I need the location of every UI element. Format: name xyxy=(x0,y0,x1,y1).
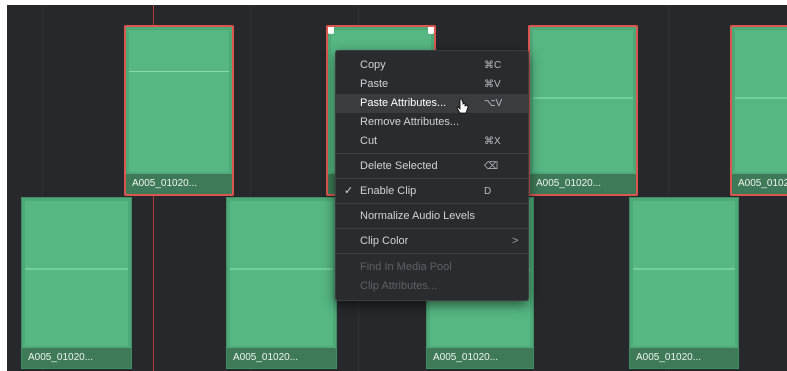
clip-thumbnail xyxy=(230,201,333,346)
menu-item-label: Enable Clip xyxy=(360,185,417,197)
menu-item-label: Cut xyxy=(360,135,378,147)
menu-item-paste-attributes[interactable]: Paste Attributes... ⌥V xyxy=(336,94,528,113)
clip-waveform xyxy=(129,71,229,72)
menu-item-label: Normalize Audio Levels xyxy=(360,210,475,222)
clip-thumbnail xyxy=(533,30,633,172)
menu-item-cut[interactable]: Cut ⌘X xyxy=(336,132,528,151)
trim-handle-left[interactable] xyxy=(328,27,334,34)
timeline-clip[interactable]: A005_01020... xyxy=(21,197,132,369)
menu-separator xyxy=(336,178,528,179)
menu-item-label: Paste xyxy=(360,78,389,90)
menu-item-find-in-media-pool: Find In Media Pool xyxy=(336,258,528,277)
timeline-clip[interactable]: A005_0102 xyxy=(730,25,787,196)
menu-item-label: Delete Selected xyxy=(360,160,438,172)
clip-name: A005_01020... xyxy=(126,174,232,194)
menu-item-label: Remove Attributes... xyxy=(360,116,460,128)
clip-name: A005_01020... xyxy=(630,348,738,368)
chevron-right-icon: > xyxy=(512,235,519,247)
menu-item-label: Paste Attributes... xyxy=(360,97,447,109)
menu-item-label: Copy xyxy=(360,59,386,71)
clip-waveform xyxy=(533,97,633,99)
clip-waveform xyxy=(735,97,787,99)
clip-thumbnail xyxy=(633,201,735,346)
menu-item-shortcut: ⌥V xyxy=(484,98,503,109)
clip-name: A005_01020... xyxy=(530,174,636,194)
menu-separator xyxy=(336,203,528,204)
menu-separator xyxy=(336,253,528,254)
timeline-clip[interactable]: A005_01020... xyxy=(226,197,337,369)
clip-waveform xyxy=(25,268,128,270)
menu-item-label: Find In Media Pool xyxy=(360,261,452,273)
clip-name: A005_01020... xyxy=(427,348,533,368)
timeline-clip[interactable]: A005_01020... xyxy=(528,25,638,196)
checkmark-icon: ✓ xyxy=(344,185,354,197)
menu-item-copy[interactable]: Copy ⌘C xyxy=(336,56,528,75)
mouse-pointer-icon xyxy=(456,98,469,114)
menu-item-shortcut: ⌘C xyxy=(484,60,502,71)
clip-name: A005_01020... xyxy=(227,348,336,368)
menu-item-paste[interactable]: Paste ⌘V xyxy=(336,75,528,94)
clip-name: A005_01020... xyxy=(22,348,131,368)
timeline-clip[interactable]: A005_01020... xyxy=(629,197,739,369)
backspace-icon: ⌫ xyxy=(484,161,499,172)
menu-item-remove-attributes[interactable]: Remove Attributes... xyxy=(336,113,528,132)
clip-thumbnail xyxy=(25,201,128,346)
menu-item-clip-color[interactable]: Clip Color > xyxy=(336,232,528,251)
timeline: A005_01020... A005_01020... A005_0102 A0… xyxy=(0,0,787,371)
context-menu: Copy ⌘C Paste ⌘V Paste Attributes... ⌥V … xyxy=(335,50,529,301)
clip-waveform xyxy=(633,268,735,270)
menu-item-label: Clip Attributes... xyxy=(360,280,438,292)
menu-item-label: Clip Color xyxy=(360,235,409,247)
menu-item-enable-clip[interactable]: ✓ Enable Clip D xyxy=(336,182,528,201)
clip-thumbnail xyxy=(735,30,787,172)
menu-item-delete-selected[interactable]: Delete Selected ⌫ xyxy=(336,157,528,176)
clip-name: A005_0102 xyxy=(732,174,787,194)
menu-separator xyxy=(336,228,528,229)
trim-handle-right[interactable] xyxy=(428,27,434,34)
clip-waveform xyxy=(230,268,333,270)
clip-thumbnail xyxy=(129,30,229,172)
menu-item-shortcut: ⌘V xyxy=(484,79,501,90)
menu-item-clip-attributes: Clip Attributes... xyxy=(336,277,528,296)
menu-item-shortcut: D xyxy=(484,186,492,197)
menu-item-shortcut: ⌘X xyxy=(484,136,501,147)
menu-separator xyxy=(336,153,528,154)
timeline-clip[interactable]: A005_01020... xyxy=(124,25,234,196)
menu-item-normalize-audio-levels[interactable]: Normalize Audio Levels xyxy=(336,207,528,226)
